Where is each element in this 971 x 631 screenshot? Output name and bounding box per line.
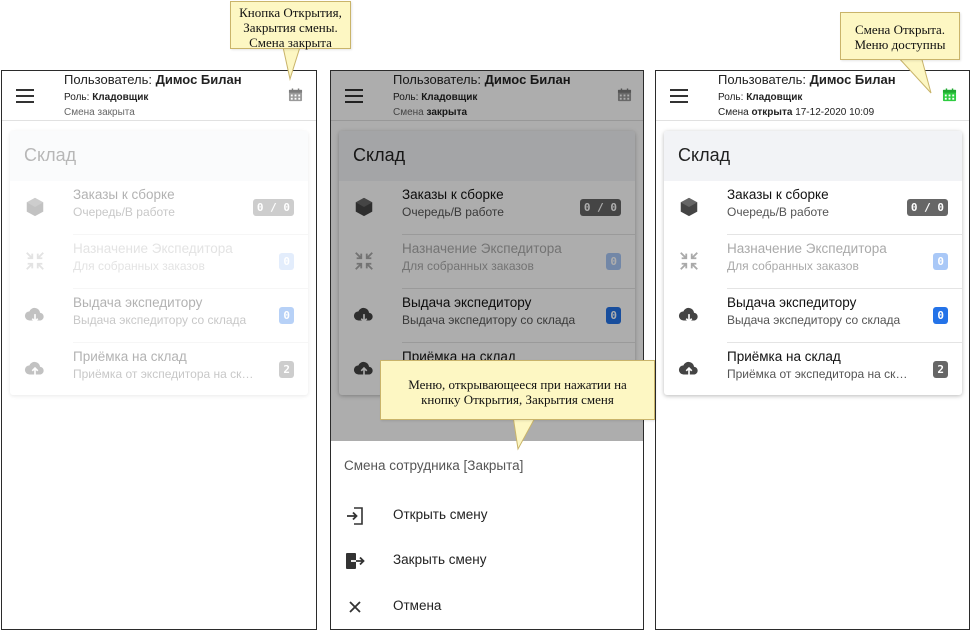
warehouse-card: Склад Заказы к сборке Очередь/В работе 0 … — [10, 131, 308, 395]
menu-icon[interactable] — [670, 89, 688, 103]
list-item-assign: Назначение Экспедитора Для собранных зака… — [10, 235, 308, 289]
callout-button-note: Кнопка Открытия, Закрытия смены. Смена з… — [230, 1, 351, 50]
compress-icon — [680, 252, 698, 270]
calendar-icon[interactable] — [942, 88, 957, 102]
count-badge: 0 — [279, 307, 294, 324]
menu-icon[interactable] — [16, 89, 34, 103]
card-title: Склад — [10, 131, 308, 181]
count-badge: 2 — [279, 361, 294, 378]
callout-menu-note: Меню, открывающееся при нажатии на кнопк… — [380, 360, 655, 420]
screen-shift-menu: Пользователь: Димос Билан Роль: Кладовщи… — [330, 70, 644, 630]
count-badge: 0 — [933, 253, 948, 270]
calendar-icon[interactable] — [288, 88, 303, 102]
count-badge: 0 — [933, 307, 948, 324]
list-item-issue[interactable]: Выдача экспедитору Выдача экспедитору со … — [664, 289, 962, 343]
cube-icon — [26, 197, 44, 217]
cloud-upload-icon — [678, 361, 698, 376]
callout-pointer — [282, 46, 301, 81]
sheet-title: Смена сотрудника [Закрыта] — [344, 458, 524, 473]
shift-status: Смена закрыта — [64, 107, 135, 118]
cloud-download-icon — [24, 307, 44, 323]
screen-shift-open: Пользователь: Димос Билан Роль: Кладовщи… — [655, 70, 970, 630]
count-badge: 0 — [279, 253, 294, 270]
list-item-orders[interactable]: Заказы к сборке Очередь/В работе 0 / 0 — [664, 181, 962, 235]
list-item-receive: Приёмка на склад Приёмка от экспедитора н… — [10, 343, 308, 395]
cube-icon — [680, 197, 698, 217]
open-shift-button[interactable]: Открыть смену — [331, 498, 643, 534]
close-icon — [349, 601, 361, 613]
callout-pointer — [512, 415, 537, 451]
count-badge: 0 / 0 — [252, 199, 294, 216]
list-item-issue: Выдача экспедитору Выдача экспедитору со … — [10, 289, 308, 343]
app-bar: Пользователь: Димос Билан Роль: Кладовщи… — [2, 71, 316, 121]
shift-bottom-sheet: Смена сотрудника [Закрыта] Открыть смену… — [331, 441, 643, 629]
list-item-orders: Заказы к сборке Очередь/В работе 0 / 0 — [10, 181, 308, 235]
list-item-assign: Назначение Экспедитора Для собранных зака… — [664, 235, 962, 289]
warehouse-card: Склад Заказы к сборке Очередь/В работе 0 … — [664, 131, 962, 395]
screen-shift-closed: Пользователь: Димос Билан Роль: Кладовщи… — [1, 70, 317, 630]
role-line: Роль: Кладовщик — [64, 92, 149, 103]
user-line: Пользователь: Димос Билан — [64, 72, 242, 87]
card-title: Склад — [664, 131, 962, 181]
count-badge: 2 — [933, 361, 948, 378]
callout-open-note: Смена Открыта. Меню доступны — [840, 12, 960, 60]
cloud-upload-icon — [24, 361, 44, 376]
count-badge: 0 / 0 — [906, 199, 948, 216]
shift-status: Смена открыта 17-12-2020 10:09 — [718, 107, 875, 118]
cloud-download-icon — [678, 307, 698, 323]
logout-icon — [346, 553, 365, 569]
list-item-receive[interactable]: Приёмка на складПриёмка от экспедитора н… — [664, 343, 962, 395]
compress-icon — [26, 252, 44, 270]
login-icon — [347, 507, 363, 525]
role-line: Роль: Кладовщик — [718, 92, 803, 103]
user-line: Пользователь: Димос Билан — [718, 72, 896, 87]
close-shift-button[interactable]: Закрыть смену — [331, 543, 643, 579]
callout-pointer — [895, 55, 932, 94]
cancel-button[interactable]: Отмена — [331, 589, 643, 625]
